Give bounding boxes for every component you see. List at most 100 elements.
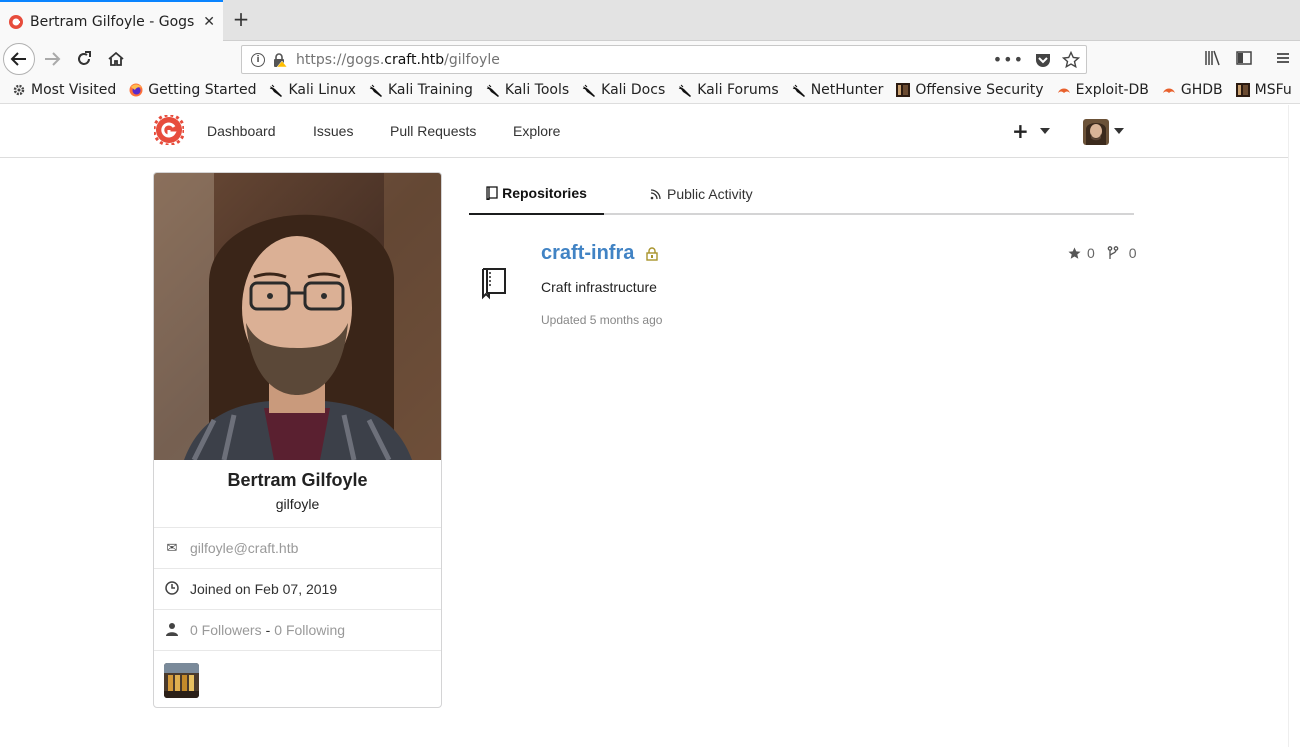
- exploitdb-icon: [1057, 83, 1071, 97]
- repo-book-icon: [482, 268, 506, 300]
- tab-public-activity[interactable]: Public Activity: [650, 172, 753, 215]
- tab-repositories-label: Repositories: [502, 184, 587, 201]
- bookmark-most-visited[interactable]: Most Visited: [12, 82, 116, 98]
- kali-dragon-icon: [486, 83, 500, 97]
- pocket-icon[interactable]: [1034, 51, 1052, 69]
- profile-card: Bertram Gilfoyle gilfoyle ✉ gilfoyle@cra…: [153, 172, 442, 708]
- gogs-favicon-icon: [9, 14, 23, 29]
- profile-full-name: Bertram Gilfoyle: [227, 470, 368, 490]
- repo-updated-time: Updated 5 months ago: [541, 313, 663, 327]
- forward-button[interactable]: [38, 45, 66, 73]
- profile-followers-row: 0 Followers - 0 Following: [154, 609, 441, 650]
- chevron-down-icon[interactable]: [1040, 128, 1050, 134]
- bookmark-kali-training[interactable]: Kali Training: [369, 82, 473, 98]
- organization-avatar[interactable]: [164, 663, 199, 698]
- bookmark-label: MSFu: [1254, 82, 1292, 98]
- bookmark-label: Kali Forums: [697, 82, 779, 98]
- bookmark-kali-tools[interactable]: Kali Tools: [486, 82, 569, 98]
- kali-dragon-icon: [269, 83, 283, 97]
- firefox-icon: [129, 83, 143, 97]
- browser-navbar: i https://gogs.craft.htb/gilfoyle •••: [0, 41, 1300, 77]
- create-new-button[interactable]: +: [1012, 119, 1029, 143]
- bookmark-label: Kali Tools: [504, 82, 570, 98]
- gogs-header: Dashboard Issues Pull Requests Explore +: [0, 105, 1288, 158]
- home-button[interactable]: [102, 45, 130, 73]
- repo-fork-count: 0: [1128, 245, 1137, 261]
- profile-photo: [154, 173, 441, 460]
- repo-name-link[interactable]: craft-infra: [541, 242, 634, 265]
- url-text: https://gogs.craft.htb/gilfoyle: [296, 52, 500, 68]
- user-icon: [164, 622, 180, 639]
- browser-tabbar: Bertram Gilfoyle - Gogs ✕ +: [0, 0, 1300, 41]
- page-content: Dashboard Issues Pull Requests Explore +: [0, 105, 1288, 747]
- url-host: craft.htb: [384, 51, 445, 68]
- gogs-logo-icon[interactable]: [154, 115, 184, 145]
- bookmark-kali-linux[interactable]: Kali Linux: [269, 82, 356, 98]
- nav-issues[interactable]: Issues: [313, 123, 353, 139]
- craft-org-logo-icon: [164, 663, 199, 698]
- profile-joined-row: Joined on Feb 07, 2019: [154, 568, 441, 609]
- reload-icon: [78, 51, 91, 65]
- url-prefix: https://gogs.: [296, 51, 385, 68]
- page-actions-icon[interactable]: •••: [993, 50, 1024, 69]
- bookmark-label: Kali Training: [387, 82, 473, 98]
- reload-button[interactable]: [70, 45, 98, 73]
- bookmark-label: Most Visited: [31, 82, 117, 98]
- clock-icon: [164, 580, 180, 598]
- star-bookmark-icon[interactable]: [1062, 50, 1080, 69]
- bookmark-nethunter[interactable]: NetHunter: [792, 82, 884, 98]
- followers-link[interactable]: 0 Followers: [190, 622, 262, 638]
- repo-star-count: 0: [1087, 245, 1095, 261]
- profile-tabs: Repositories Public Activity: [469, 172, 1134, 215]
- followers-separator: -: [265, 622, 271, 638]
- nav-explore[interactable]: Explore: [513, 123, 560, 139]
- close-tab-icon[interactable]: ✕: [203, 14, 215, 30]
- sidebar-icon[interactable]: [1235, 49, 1253, 67]
- profile-email-link[interactable]: gilfoyle@craft.htb: [190, 540, 298, 556]
- repo-stats: 0 0: [1068, 245, 1137, 261]
- offsec-icon: [896, 83, 911, 97]
- arrow-left-icon: [10, 52, 26, 66]
- following-link[interactable]: 0 Following: [274, 622, 345, 638]
- url-bar[interactable]: i https://gogs.craft.htb/gilfoyle •••: [241, 45, 1087, 74]
- browser-tab-active[interactable]: Bertram Gilfoyle - Gogs ✕: [0, 0, 223, 41]
- envelope-icon: ✉: [166, 540, 178, 555]
- scrollbar[interactable]: [1288, 105, 1300, 747]
- profile-joined-date: Joined on Feb 07, 2019: [190, 581, 338, 597]
- home-icon: [108, 51, 124, 66]
- bookmark-kali-forums[interactable]: Kali Forums: [678, 82, 779, 98]
- back-button[interactable]: [3, 43, 35, 75]
- gear-icon: [12, 83, 26, 97]
- bookmark-kali-docs[interactable]: Kali Docs: [582, 82, 665, 98]
- kali-dragon-icon: [678, 83, 692, 97]
- hamburger-menu-icon[interactable]: [1274, 49, 1292, 67]
- nav-dashboard[interactable]: Dashboard: [207, 123, 276, 139]
- bookmark-msfu[interactable]: MSFu: [1235, 82, 1292, 98]
- bookmark-label: Getting Started: [148, 82, 257, 98]
- offsec-icon: [1235, 83, 1250, 97]
- profile-username: gilfoyle: [275, 496, 320, 512]
- nav-pull-requests[interactable]: Pull Requests: [390, 123, 476, 139]
- insecure-lock-icon[interactable]: [272, 52, 288, 68]
- bookmark-exploit-db[interactable]: Exploit-DB: [1057, 82, 1149, 98]
- chevron-down-icon[interactable]: [1114, 128, 1124, 134]
- bookmark-label: Kali Docs: [601, 82, 666, 98]
- exploitdb-icon: [1162, 83, 1176, 97]
- new-tab-button[interactable]: +: [229, 8, 253, 32]
- avatar: [1083, 119, 1109, 145]
- bookmark-getting-started[interactable]: Getting Started: [129, 82, 256, 98]
- repo-icon: [486, 185, 498, 200]
- profile-email-row: ✉ gilfoyle@craft.htb: [154, 527, 441, 568]
- tab-repositories[interactable]: Repositories: [469, 172, 604, 215]
- info-icon[interactable]: i: [251, 52, 265, 67]
- library-icon[interactable]: [1203, 49, 1221, 67]
- bookmark-label: Kali Linux: [288, 82, 356, 98]
- user-avatar-menu[interactable]: [1083, 119, 1109, 145]
- bookmark-label: Exploit-DB: [1075, 82, 1149, 98]
- bookmark-label: NetHunter: [810, 82, 884, 98]
- url-actions: •••: [993, 50, 1080, 69]
- bookmarks-toolbar: Most Visited Getting Started Kali Linux Kal…: [0, 77, 1300, 104]
- bookmark-offensive-security[interactable]: Offensive Security: [896, 82, 1044, 98]
- bookmark-ghdb[interactable]: GHDB: [1162, 82, 1223, 98]
- tab-title: Bertram Gilfoyle - Gogs: [30, 13, 195, 30]
